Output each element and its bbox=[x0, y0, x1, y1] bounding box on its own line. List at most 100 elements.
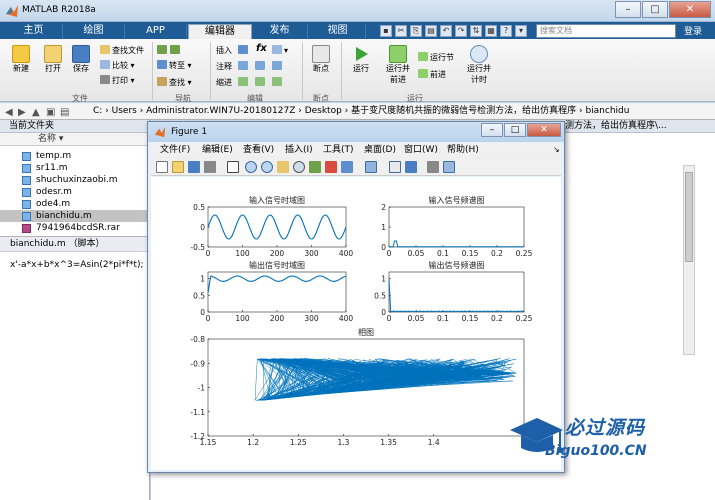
figure-close-button[interactable]: ✕ bbox=[527, 123, 561, 137]
nav-forward-icon[interactable] bbox=[170, 45, 182, 57]
open-file-icon[interactable] bbox=[172, 161, 184, 173]
run-time-button[interactable]: 运行并 计时 bbox=[462, 45, 496, 85]
figure-canvas: 输入信号时域图 0 100 200 300 400 0.5 0 -0.5 输入信号频谱图 0 0.05… bbox=[151, 177, 561, 470]
tab-apps[interactable]: APP bbox=[125, 24, 187, 39]
save-figure-icon[interactable] bbox=[188, 161, 200, 173]
open-button[interactable]: 打开 bbox=[38, 45, 68, 74]
file-item[interactable]: ode4.m bbox=[0, 198, 149, 210]
maximize-button[interactable]: □ bbox=[642, 1, 668, 18]
menu-desktop[interactable]: 桌面(D) bbox=[364, 143, 396, 157]
tab-publish[interactable]: 发布 bbox=[252, 24, 308, 39]
search-docs-input[interactable]: 搜索文档 bbox=[536, 24, 676, 38]
run-advance-button[interactable]: 运行并 前进 bbox=[382, 45, 414, 85]
figure-maximize-button[interactable]: □ bbox=[504, 123, 526, 137]
breakpoints-button[interactable]: 断点 bbox=[306, 45, 336, 74]
menu-view[interactable]: 查看(V) bbox=[243, 143, 274, 157]
figure-menu-bar: 文件(F) 编辑(E) 查看(V) 插入(I) 工具(T) 桌面(D) 窗口(W… bbox=[151, 143, 561, 157]
x-tick-label: 1.3 bbox=[337, 438, 349, 447]
print-figure-icon[interactable] bbox=[204, 161, 216, 173]
quick-save-icon[interactable]: ▪ bbox=[380, 25, 392, 37]
run-button[interactable]: 运行 bbox=[346, 45, 376, 74]
file-item[interactable]: sr11.m bbox=[0, 162, 149, 174]
dock-arrow-icon[interactable]: ↘ bbox=[553, 143, 560, 157]
menu-edit[interactable]: 编辑(E) bbox=[202, 143, 233, 157]
m-file-icon bbox=[22, 200, 31, 209]
insert-table-icon[interactable]: ▾ bbox=[272, 45, 288, 57]
decrease-indent-icon[interactable] bbox=[272, 77, 284, 89]
close-button[interactable]: ✕ bbox=[669, 1, 711, 18]
up-folder-icon[interactable]: ▲ bbox=[32, 105, 40, 121]
m-file-icon bbox=[22, 176, 31, 185]
quick-cut-icon[interactable]: ✂ bbox=[395, 25, 407, 37]
wrap-comment-icon[interactable] bbox=[272, 61, 284, 73]
file-item[interactable]: temp.m bbox=[0, 150, 149, 162]
insert-section-icon[interactable] bbox=[238, 45, 250, 57]
figure-minimize-button[interactable]: – bbox=[481, 123, 503, 137]
forward-arrow-icon[interactable]: ▶ bbox=[18, 105, 26, 121]
tab-plots[interactable]: 绘图 bbox=[63, 24, 125, 39]
hide-plot-tools-icon[interactable] bbox=[405, 161, 417, 173]
colorbar-icon[interactable] bbox=[365, 161, 377, 173]
quick-paste-icon[interactable]: ▤ bbox=[425, 25, 437, 37]
link-plot-icon[interactable] bbox=[341, 161, 353, 173]
minimize-button[interactable]: – bbox=[615, 1, 641, 18]
matlab-logo-icon bbox=[6, 5, 18, 17]
menu-tools[interactable]: 工具(T) bbox=[323, 143, 354, 157]
dock-figure-icon[interactable] bbox=[443, 161, 455, 173]
comment-icon[interactable] bbox=[238, 61, 250, 73]
print-button[interactable]: 打印 ▾ bbox=[100, 75, 135, 87]
quick-undo-icon[interactable]: ↶ bbox=[440, 25, 452, 37]
tab-view[interactable]: 视图 bbox=[310, 24, 366, 39]
find-files-icon bbox=[100, 45, 110, 54]
find-button[interactable]: 查找 ▾ bbox=[157, 77, 192, 89]
pan-icon[interactable] bbox=[277, 161, 289, 173]
smart-indent-icon[interactable] bbox=[238, 77, 250, 89]
y-tick-label: -0.9 bbox=[190, 359, 205, 368]
file-item[interactable]: shuchuxinzaobi.m bbox=[0, 174, 149, 186]
file-item-selected[interactable]: bianchidu.m bbox=[0, 210, 149, 222]
browse-folder-icon[interactable]: ▣ bbox=[46, 105, 55, 121]
tab-editor[interactable]: 编辑器 bbox=[188, 24, 252, 39]
run-section-button[interactable]: 运行节 bbox=[418, 52, 454, 64]
advance-button[interactable]: 前进 bbox=[418, 69, 446, 81]
current-path[interactable]: C: › Users › Administrator.WIN7U-2018012… bbox=[93, 103, 629, 119]
find-files-button[interactable]: 查找文件 bbox=[100, 45, 144, 57]
login-link[interactable]: 登录 bbox=[684, 24, 702, 37]
menu-help[interactable]: 帮助(H) bbox=[447, 143, 479, 157]
file-item[interactable]: odesr.m bbox=[0, 186, 149, 198]
legend-icon[interactable] bbox=[389, 161, 401, 173]
menu-insert[interactable]: 插入(I) bbox=[285, 143, 313, 157]
menu-file[interactable]: 文件(F) bbox=[160, 143, 190, 157]
show-plot-tools-icon[interactable] bbox=[427, 161, 439, 173]
data-cursor-icon[interactable] bbox=[309, 161, 321, 173]
help-icon[interactable]: ? bbox=[500, 25, 512, 37]
file-item[interactable]: 7941964bcdSR.rar bbox=[0, 222, 149, 234]
name-column-header[interactable]: 名称 ▾ bbox=[0, 133, 149, 146]
new-figure-icon[interactable] bbox=[156, 161, 168, 173]
scrollbar-thumb[interactable] bbox=[685, 172, 693, 262]
indent-button[interactable]: 缩进 bbox=[216, 77, 232, 89]
save-button[interactable]: 保存 bbox=[68, 45, 94, 74]
new-button[interactable]: 新建 bbox=[6, 45, 36, 74]
compare-button[interactable]: 比较 ▾ bbox=[100, 60, 135, 72]
comment-button[interactable]: 注释 bbox=[216, 61, 232, 73]
rotate-3d-icon[interactable] bbox=[293, 161, 305, 173]
pointer-icon[interactable] bbox=[227, 161, 239, 173]
zoom-out-icon[interactable] bbox=[261, 161, 273, 173]
quick-redo-icon[interactable]: ↷ bbox=[455, 25, 467, 37]
menu-window[interactable]: 窗口(W) bbox=[404, 143, 438, 157]
back-arrow-icon[interactable]: ◀ bbox=[5, 105, 13, 121]
insert-button[interactable]: 插入 bbox=[216, 45, 232, 57]
fx-icon[interactable]: fx bbox=[256, 43, 267, 55]
quick-switch-icon[interactable]: ⇅ bbox=[470, 25, 482, 37]
goto-button[interactable]: 转至 ▾ bbox=[157, 60, 192, 72]
increase-indent-icon[interactable] bbox=[255, 77, 267, 89]
brush-icon[interactable] bbox=[325, 161, 337, 173]
customize-icon[interactable]: ▾ bbox=[515, 25, 527, 37]
uncomment-icon[interactable] bbox=[255, 61, 267, 73]
zoom-in-icon[interactable] bbox=[245, 161, 257, 173]
tab-home[interactable]: 主页 bbox=[5, 24, 63, 39]
nav-back-icon[interactable] bbox=[157, 45, 169, 57]
quick-copy-icon[interactable]: ⎘ bbox=[410, 25, 422, 37]
quick-layout-icon[interactable]: ▦ bbox=[485, 25, 497, 37]
